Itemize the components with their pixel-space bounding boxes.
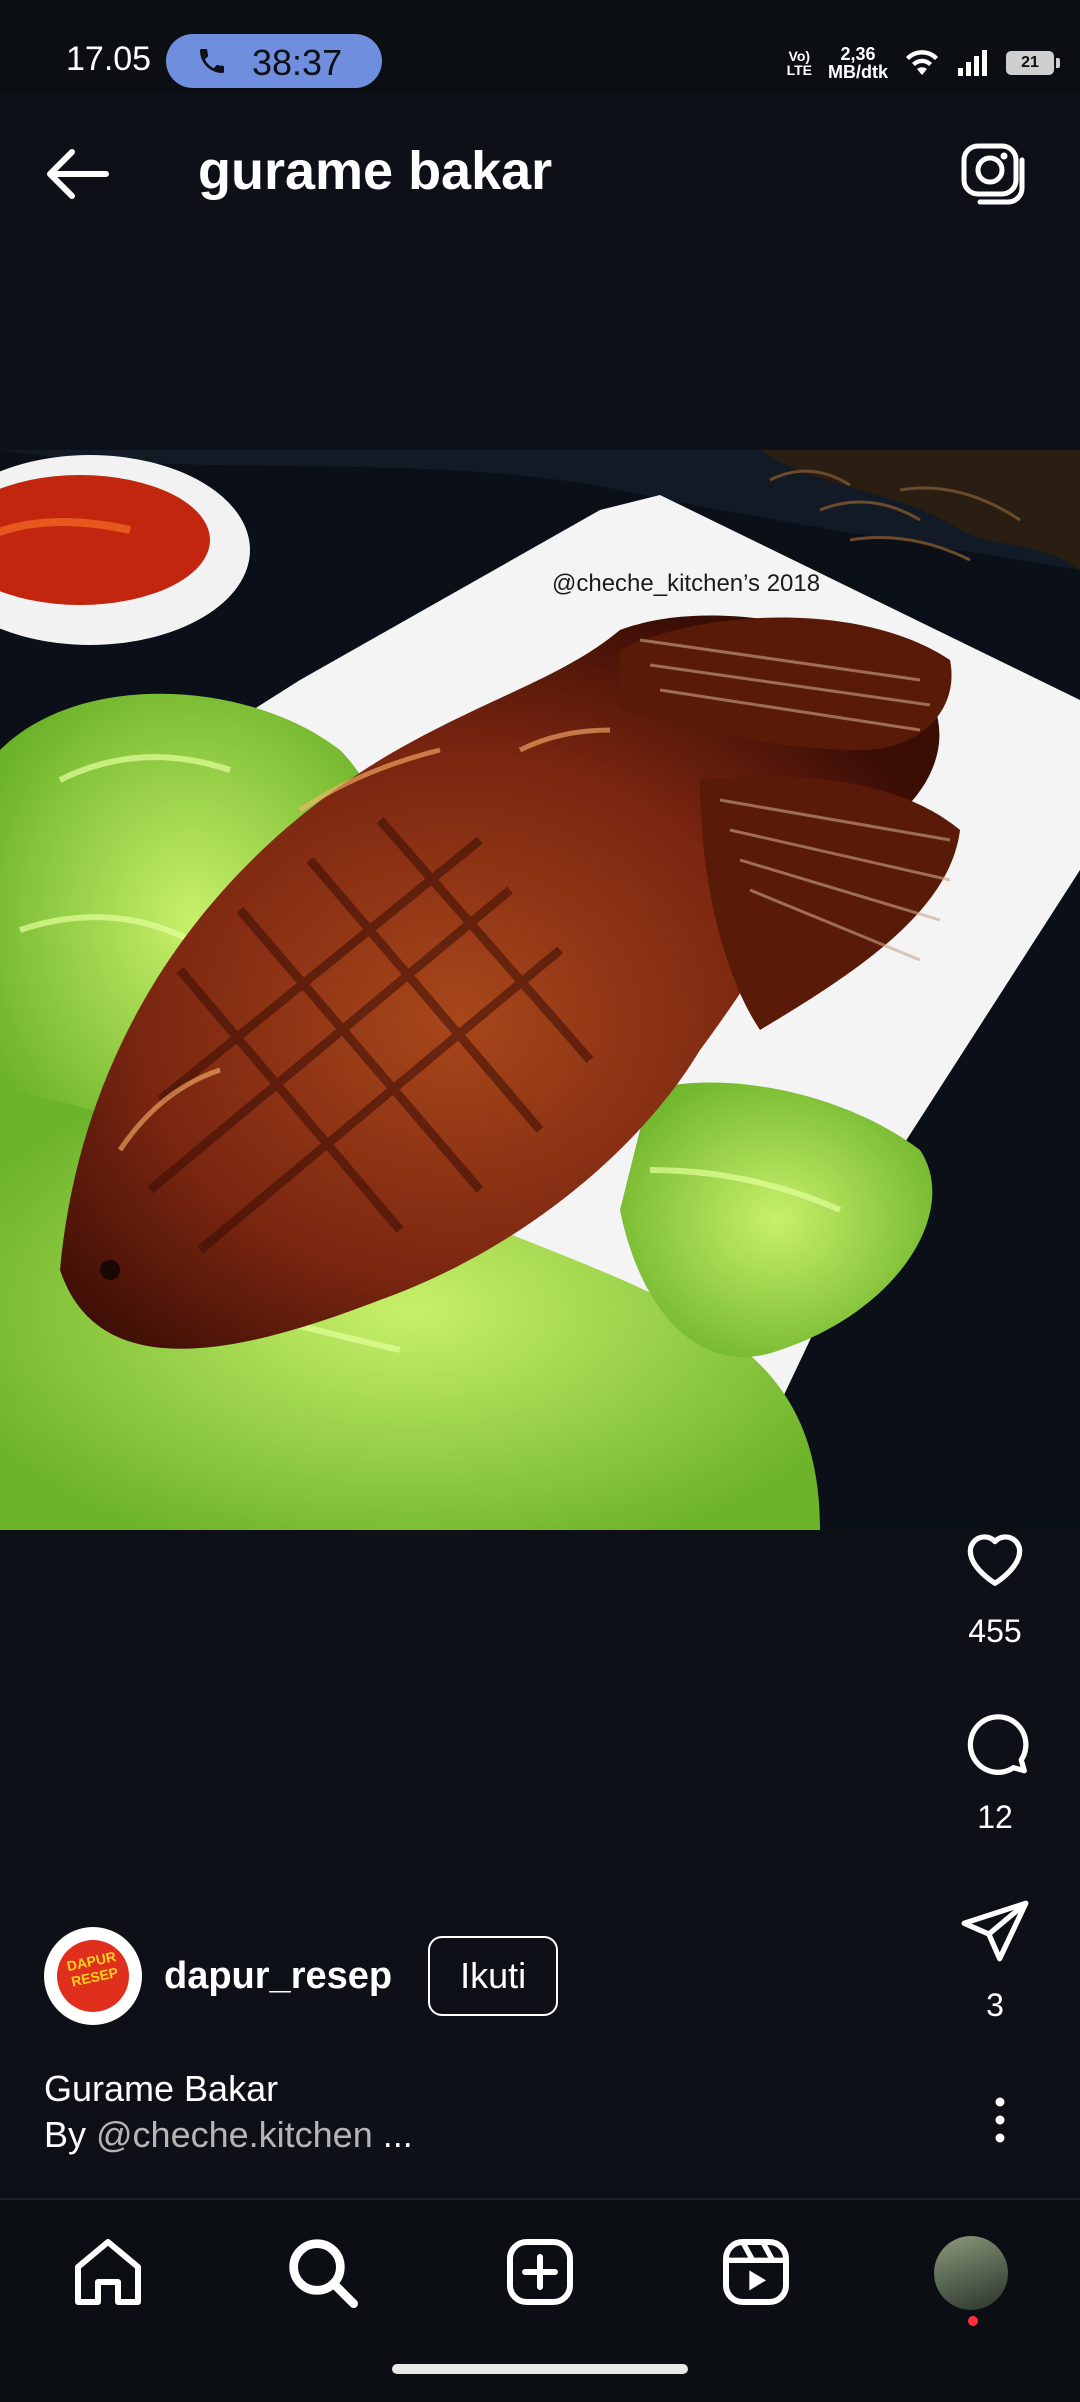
search-icon[interactable] (282, 2232, 362, 2312)
send-icon[interactable] (958, 1894, 1032, 1968)
ongoing-call-pill[interactable]: 38:37 (166, 34, 382, 88)
home-icon[interactable] (68, 2232, 148, 2312)
caption-ellipsis: ... (372, 2114, 413, 2155)
network-speed: 2,36 MB/dtk (828, 44, 888, 82)
post-caption[interactable]: Gurame Bakar By @cheche.kitchen ... (44, 2066, 413, 2158)
author-username[interactable]: dapur_resep (164, 1955, 392, 1998)
caption-title: Gurame Bakar (44, 2068, 279, 2109)
author-avatar[interactable]: DAPUR RESEP (44, 1927, 142, 2025)
notification-dot (968, 2316, 978, 2326)
comment-icon[interactable] (958, 1706, 1032, 1780)
caption-byline: By @cheche.kitchen ... (44, 2112, 413, 2158)
caption-by-prefix: By (44, 2114, 97, 2155)
status-icons: Vo) LTE 2,36 MB/dtk 21 (786, 38, 1060, 88)
call-timer: 38:37 (252, 42, 343, 83)
lte-indicator: Vo) LTE (786, 48, 812, 78)
profile-avatar[interactable] (934, 2236, 1008, 2310)
reels-icon[interactable] (716, 2232, 796, 2312)
share-action: 3 (940, 1894, 1050, 2024)
like-action: 455 (940, 1520, 1050, 1650)
share-count: 3 (986, 1987, 1004, 2023)
caption-handle[interactable]: @cheche.kitchen (96, 2114, 373, 2155)
comment-action: 12 (940, 1706, 1050, 1836)
author-row: DAPUR RESEP dapur_resep Ikuti (44, 1926, 559, 2026)
page-title: gurame bakar (198, 141, 553, 201)
follow-button[interactable]: Ikuti (428, 1936, 559, 2016)
camera-icon[interactable] (960, 140, 1026, 206)
heart-icon[interactable] (958, 1520, 1032, 1594)
phone-icon (200, 49, 224, 73)
header: gurame bakar (0, 92, 1080, 252)
battery-indicator: 21 (1006, 51, 1060, 75)
like-count: 455 (968, 1613, 1022, 1649)
photo-watermark: @cheche_kitchen’s 2018 (552, 570, 821, 597)
arrow-left-icon[interactable] (40, 144, 112, 204)
home-indicator[interactable] (392, 2364, 688, 2374)
wifi-icon (906, 50, 938, 75)
grilled-fish-photo (0, 450, 1080, 1530)
comment-count: 12 (977, 1799, 1013, 1835)
signal-icon (958, 50, 987, 76)
add-post-icon[interactable] (500, 2232, 580, 2312)
status-bar: 17.05 38:37 Vo) LTE 2,36 MB/dtk 21 (0, 0, 1080, 92)
post-image[interactable]: @cheche_kitchen’s 2018 (0, 450, 1080, 1530)
status-time: 17.05 (66, 40, 152, 78)
more-options-icon[interactable] (980, 2090, 1020, 2150)
